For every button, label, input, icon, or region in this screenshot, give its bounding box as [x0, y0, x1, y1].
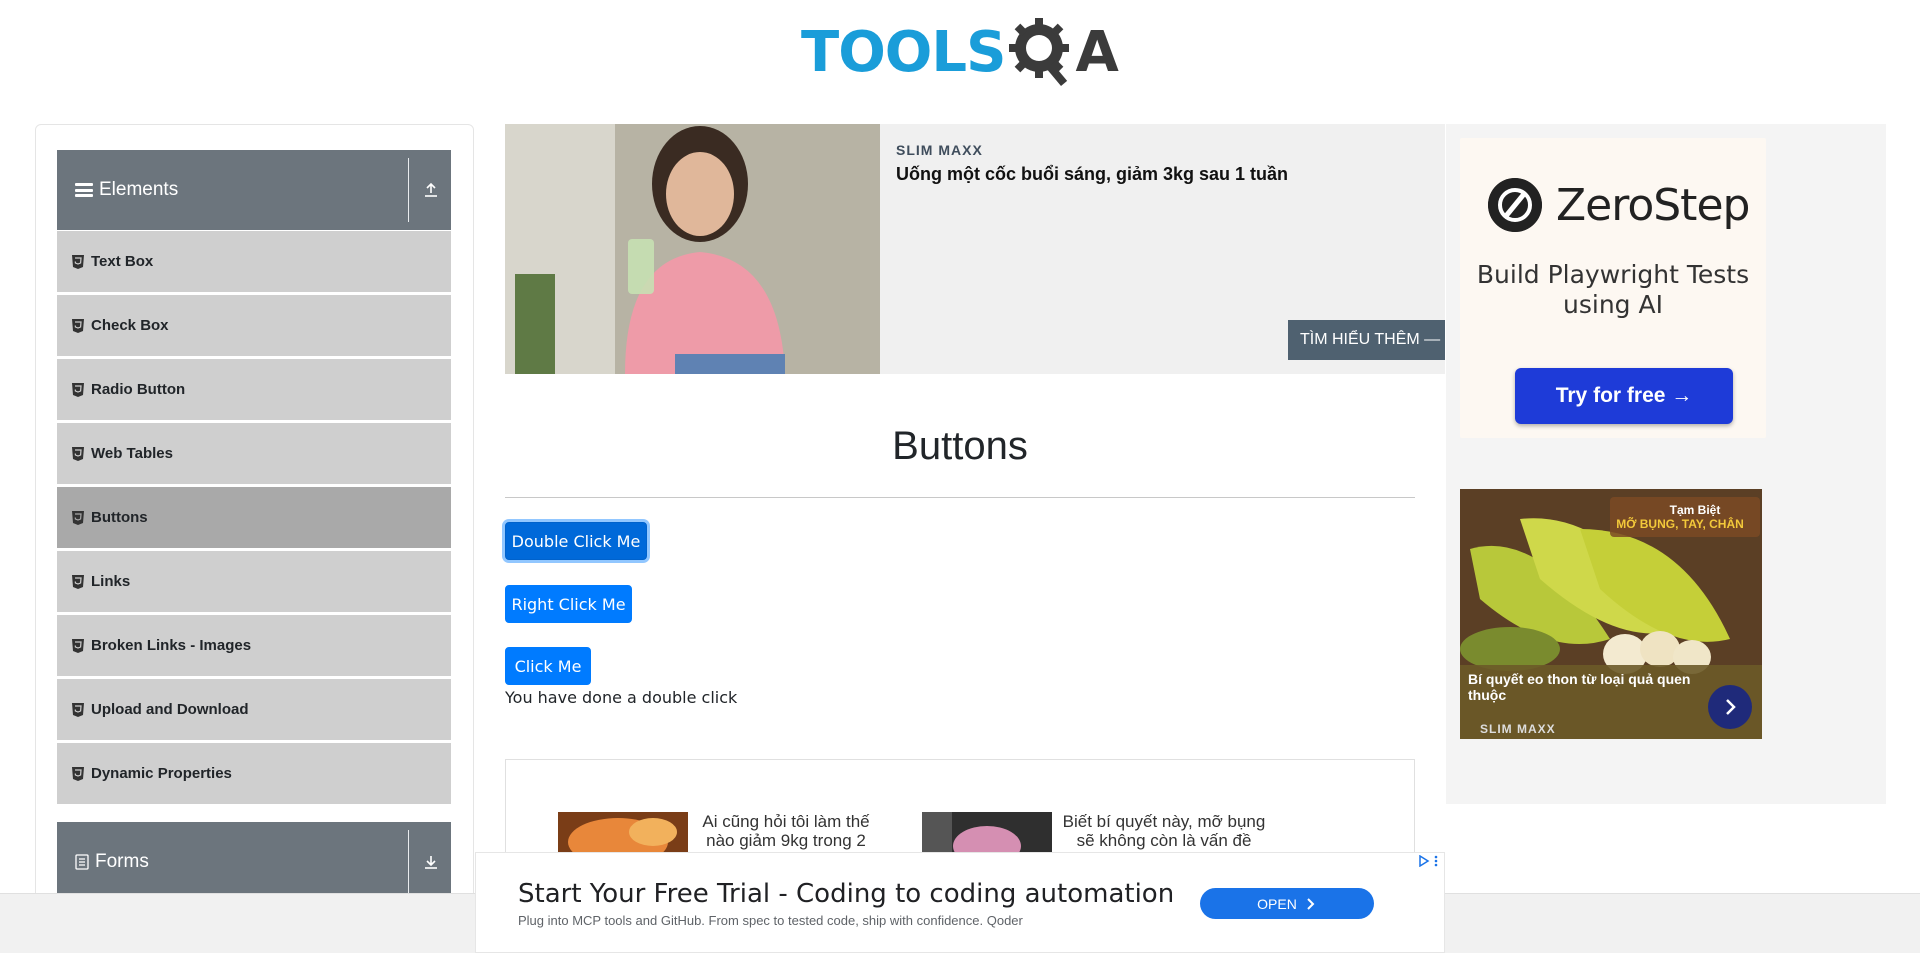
right-click-button[interactable]: Right Click Me	[505, 585, 632, 623]
sidebar: Elements Text Box Check Box Radio Button…	[35, 124, 474, 953]
page-title: Buttons	[892, 424, 1028, 468]
bottom-ad-description: Plug into MCP tools and GitHub. From spe…	[518, 913, 1023, 928]
sidebar-item-label: Upload and Download	[91, 701, 249, 718]
html5-icon	[72, 510, 84, 525]
html5-icon	[72, 446, 84, 461]
html5-icon	[72, 254, 84, 269]
logo-qa-text: A	[1075, 20, 1119, 85]
sidebar-item-label: Web Tables	[91, 445, 173, 462]
sidebar-item-label: Links	[91, 573, 131, 590]
html5-icon	[72, 574, 84, 589]
zerostep-logo-icon	[1488, 178, 1542, 232]
ad-headline[interactable]: Uống một cốc buổi sáng, giảm 3kg sau 1 t…	[896, 164, 1288, 185]
html5-icon	[72, 638, 84, 653]
click-me-button[interactable]: Click Me	[505, 647, 591, 685]
double-click-button[interactable]: Double Click Me	[505, 522, 647, 560]
html5-icon	[72, 318, 84, 333]
group-header-elements[interactable]: Elements	[57, 150, 451, 230]
banana-ad-brand: SLIM MAXX	[1480, 722, 1556, 736]
gear-magnifier-icon	[1009, 18, 1070, 86]
ad-brand: SLIM MAXX	[896, 142, 983, 158]
ad-text-2[interactable]: Biết bí quyết này, mỡ bụng sẽ không còn …	[1054, 812, 1274, 850]
banana-ad-top-line2: MỠ BỤNG, TAY, CHÂN	[1616, 517, 1744, 531]
sidebar-item-check-box[interactable]: Check Box	[57, 294, 451, 356]
collapse-arrow-icon[interactable]	[419, 178, 443, 202]
site-header: TOOLS A	[0, 0, 1920, 110]
bottom-ad-title[interactable]: Start Your Free Trial - Coding to coding…	[518, 879, 1174, 909]
sidebar-item-links[interactable]: Links	[57, 550, 451, 612]
title-divider	[505, 497, 1415, 498]
adchoices[interactable]	[1418, 855, 1438, 867]
expand-arrow-icon[interactable]	[419, 850, 443, 874]
chevron-right-icon	[1726, 699, 1736, 715]
sidebar-item-text-box[interactable]: Text Box	[57, 230, 451, 292]
header-divider	[408, 158, 409, 222]
sidebar-item-dynamic-properties[interactable]: Dynamic Properties	[57, 742, 451, 804]
document-icon	[75, 854, 89, 870]
open-label: OPEN	[1257, 895, 1297, 912]
sidebar-item-label: Buttons	[91, 509, 148, 526]
sidebar-item-label: Radio Button	[91, 381, 186, 398]
group-header-forms[interactable]: Forms	[57, 822, 451, 902]
sidebar-item-buttons[interactable]: Buttons	[57, 486, 451, 548]
next-arrow-button[interactable]	[1708, 685, 1752, 729]
hamburger-icon	[75, 181, 93, 199]
sidebar-item-broken-links[interactable]: Broken Links - Images	[57, 614, 451, 676]
toolsqa-logo[interactable]: TOOLS A	[801, 16, 1119, 90]
double-click-message: You have done a double click	[505, 688, 738, 707]
banana-ad-top-line1: Tạm Biệt	[1669, 503, 1721, 517]
sidebar-item-label: Dynamic Properties	[91, 765, 232, 782]
sidebar-item-label: Broken Links - Images	[91, 637, 252, 654]
sidebar-item-upload-download[interactable]: Upload and Download	[57, 678, 451, 740]
banana-ad[interactable]: Tạm Biệt MỠ BỤNG, TAY, CHÂN Bí quyết eo …	[1460, 489, 1762, 739]
more-options-icon[interactable]	[1434, 855, 1438, 867]
logo-tools-text: TOOLS	[801, 20, 1006, 85]
open-button[interactable]: OPEN	[1200, 888, 1374, 919]
html5-icon	[72, 382, 84, 397]
right-ad-column: ZeroStep Build Playwright Tests using AI…	[1446, 124, 1886, 804]
sidebar-item-radio-button[interactable]: Radio Button	[57, 358, 451, 420]
ad-learn-more-button[interactable]: TÌM HIỂU THÊM —	[1288, 320, 1445, 360]
try-for-free-button[interactable]: Try for free →	[1515, 368, 1733, 424]
group-title: Forms	[95, 851, 149, 872]
sidebar-item-web-tables[interactable]: Web Tables	[57, 422, 451, 484]
zerostep-name: ZeroStep	[1556, 180, 1750, 231]
adchoices-icon[interactable]	[1418, 855, 1430, 867]
woman-drinking-image	[505, 124, 880, 374]
chevron-right-icon	[1307, 897, 1315, 910]
sidebar-item-label: Text Box	[91, 253, 154, 270]
ad-photo	[505, 124, 880, 374]
top-ad-banner[interactable]: SLIM MAXX Uống một cốc buổi sáng, giảm 3…	[505, 124, 1445, 374]
zerostep-tagline: Build Playwright Tests using AI	[1476, 260, 1750, 319]
html5-icon	[72, 702, 84, 717]
group-title: Elements	[99, 179, 179, 200]
banana-ad-caption: Bí quyết eo thon từ loại quả quen thuộc	[1468, 671, 1691, 703]
sidebar-item-label: Check Box	[91, 317, 169, 334]
header-divider	[408, 830, 409, 894]
zerostep-ad[interactable]: ZeroStep Build Playwright Tests using AI…	[1460, 138, 1766, 438]
html5-icon	[72, 766, 84, 781]
bottom-ad-banner[interactable]: Start Your Free Trial - Coding to coding…	[475, 852, 1445, 953]
